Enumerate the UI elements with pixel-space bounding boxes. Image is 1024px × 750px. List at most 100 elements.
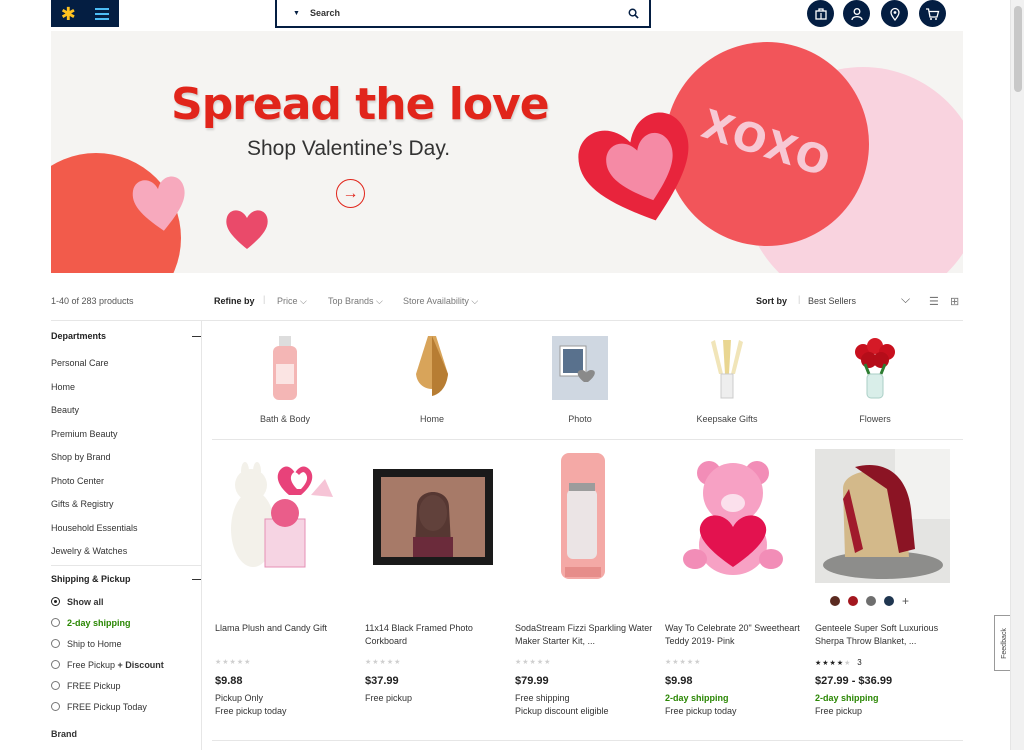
product-card[interactable]: SodaStream Fizzi Sparkling Water Maker S…: [515, 449, 655, 718]
product-name[interactable]: Llama Plush and Candy Gift: [215, 622, 355, 654]
fulfillment-info: [365, 705, 505, 718]
category-tile[interactable]: Keepsake Gifts: [677, 334, 777, 424]
category-tile[interactable]: Home: [382, 334, 482, 424]
product-name[interactable]: 11x14 Black Framed Photo Corkboard: [365, 622, 505, 654]
more-colors-icon[interactable]: +: [902, 594, 909, 608]
chevron-down-icon: ⌵: [300, 296, 307, 306]
product-card[interactable]: Genteele Super Soft Luxurious Sherpa Thr…: [815, 449, 955, 718]
walmart-logo[interactable]: ✱: [51, 0, 119, 27]
radio-button[interactable]: [51, 660, 60, 669]
shipping-header[interactable]: Shipping & Pickup —: [51, 574, 201, 588]
fulfillment-info: 2-day shipping: [815, 693, 879, 703]
cart-icon[interactable]: [919, 0, 946, 27]
department-link[interactable]: Personal Care: [51, 356, 201, 380]
filter-store-availability[interactable]: Store Availability ⌵: [403, 296, 478, 307]
shipping-option[interactable]: Show all: [51, 591, 201, 612]
category-label: Flowers: [859, 414, 891, 424]
radio-button[interactable]: [51, 618, 60, 627]
product-card[interactable]: 11x14 Black Framed Photo Corkboard ★★★★★…: [365, 449, 505, 718]
scrollbar[interactable]: [1010, 0, 1024, 750]
account-icon[interactable]: [843, 0, 870, 27]
spark-icon: ✱: [60, 3, 76, 24]
sort-label: Sort by: [756, 296, 788, 306]
category-tile[interactable]: Bath & Body: [235, 334, 335, 424]
divider: |: [263, 294, 266, 304]
rating-count: 3: [857, 658, 862, 667]
product-name[interactable]: Genteele Super Soft Luxurious Sherpa Thr…: [815, 622, 955, 654]
store-icon[interactable]: [807, 0, 834, 27]
shipping-options: Show all 2-day shipping Ship to Home Fre…: [51, 591, 201, 717]
category-image: [416, 336, 448, 396]
radio-button[interactable]: [51, 681, 60, 690]
department-dropdown-icon[interactable]: ▼: [293, 10, 300, 17]
department-link[interactable]: Shop by Brand: [51, 450, 201, 474]
department-link[interactable]: Home: [51, 380, 201, 404]
color-swatch[interactable]: [884, 596, 894, 606]
filter-top-brands[interactable]: Top Brands ⌵: [328, 296, 383, 307]
chevron-down-icon: ⌵: [376, 296, 383, 306]
search-input[interactable]: [309, 8, 628, 18]
refine-label: Refine by: [214, 296, 255, 306]
color-swatch[interactable]: [866, 596, 876, 606]
product-image[interactable]: [215, 449, 350, 583]
page: ✱ ▼ XOXO Spread the love Shop Valentine’…: [0, 0, 1024, 750]
divider: [212, 439, 963, 440]
menu-icon[interactable]: [95, 7, 110, 20]
department-link[interactable]: Photo Center: [51, 474, 201, 498]
department-link[interactable]: Jewelry & Watches: [51, 544, 201, 558]
category-tile[interactable]: Photo: [530, 334, 630, 424]
department-link[interactable]: Household Essentials: [51, 521, 201, 545]
category-label: Keepsake Gifts: [696, 414, 758, 424]
collapse-icon[interactable]: —: [192, 331, 201, 345]
color-swatch[interactable]: [848, 596, 858, 606]
department-link[interactable]: Beauty: [51, 403, 201, 427]
fulfillment-info: 2-day shipping: [665, 693, 729, 703]
location-icon[interactable]: [881, 0, 908, 27]
grid-view-icon[interactable]: ⊞: [950, 295, 959, 308]
shipping-option[interactable]: Ship to Home: [51, 633, 201, 654]
product-image[interactable]: [365, 449, 500, 583]
shipping-option[interactable]: Free Pickup + Discount: [51, 654, 201, 675]
scrollbar-thumb[interactable]: [1014, 6, 1022, 92]
category-image: [552, 336, 608, 400]
shipping-option[interactable]: FREE Pickup: [51, 675, 201, 696]
chevron-down-icon[interactable]: ⌵: [901, 292, 910, 307]
collapse-icon[interactable]: —: [192, 574, 201, 588]
product-image[interactable]: [815, 449, 950, 583]
product-price: $9.88: [215, 675, 243, 687]
valentines-banner[interactable]: XOXO Spread the love Shop Valentine’s Da…: [51, 31, 963, 273]
product-name[interactable]: SodaStream Fizzi Sparkling Water Maker S…: [515, 622, 655, 654]
fulfillment-info: Free pickup: [815, 706, 863, 716]
sort-dropdown[interactable]: Best Sellers: [808, 296, 856, 306]
product-price: $9.98: [665, 675, 693, 687]
shipping-option[interactable]: 2-day shipping: [51, 612, 201, 633]
sidebar: Departments — Personal Care Home Beauty P…: [51, 331, 201, 737]
department-link[interactable]: Gifts & Registry: [51, 497, 201, 521]
results-toolbar: 1-40 of 283 products Refine by | Price ⌵…: [51, 291, 963, 321]
shipping-option[interactable]: FREE Pickup Today: [51, 696, 201, 717]
search-bar: ▼: [275, 0, 651, 28]
search-icon[interactable]: [628, 8, 639, 19]
product-card[interactable]: Llama Plush and Candy Gift ★★★★★ $9.88 P…: [215, 449, 355, 718]
product-name[interactable]: Way To Celebrate 20" Sweetheart Teddy 20…: [665, 622, 805, 654]
rating-stars: ★★★★★: [215, 659, 252, 666]
radio-button[interactable]: [51, 597, 60, 606]
radio-button[interactable]: [51, 702, 60, 711]
category-tile[interactable]: Flowers: [825, 334, 925, 424]
product-card[interactable]: Way To Celebrate 20" Sweetheart Teddy 20…: [665, 449, 805, 718]
category-image: [855, 338, 895, 399]
heart-icon: [226, 210, 268, 249]
radio-button[interactable]: [51, 639, 60, 648]
color-swatch[interactable]: [830, 596, 840, 606]
fulfillment-info: Free pickup: [365, 693, 413, 703]
filter-price[interactable]: Price ⌵: [277, 296, 307, 307]
brand-header[interactable]: Brand: [51, 729, 201, 737]
product-image[interactable]: [515, 449, 650, 583]
divider: |: [798, 294, 801, 304]
product-image[interactable]: [665, 449, 800, 583]
departments-header[interactable]: Departments —: [51, 331, 201, 345]
arrow-right-icon[interactable]: →: [336, 179, 365, 208]
product-price: $79.99: [515, 675, 549, 687]
department-link[interactable]: Premium Beauty: [51, 427, 201, 451]
list-view-icon[interactable]: ☰: [929, 295, 939, 308]
